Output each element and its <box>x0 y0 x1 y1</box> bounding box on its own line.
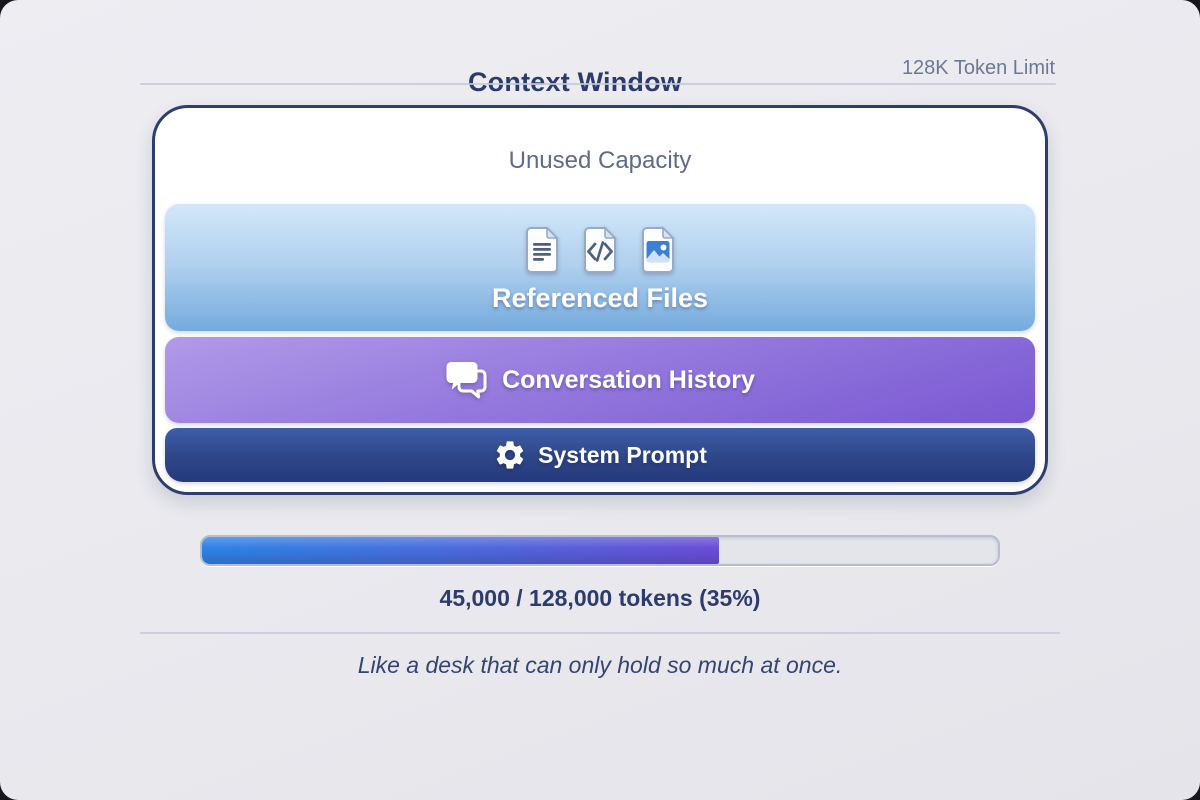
token-usage-progressbar <box>200 535 1000 566</box>
layer-conversation-history: Conversation History <box>165 337 1035 423</box>
layer-system-prompt: System Prompt <box>165 428 1035 482</box>
context-window-box: Unused Capacity <box>152 105 1048 495</box>
code-file-icon <box>579 226 621 274</box>
page-background: Context Window 128K Token Limit Unused C… <box>0 0 1200 800</box>
footer-divider <box>140 632 1060 634</box>
image-file-icon <box>637 226 679 274</box>
token-limit-label: 128K Token Limit <box>902 57 1055 80</box>
layer-label-system-prompt: System Prompt <box>538 442 707 469</box>
caption: Like a desk that can only hold so much a… <box>0 652 1200 679</box>
layer-label-referenced-files: Referenced Files <box>492 283 708 314</box>
layer-label-conversation-history: Conversation History <box>502 366 755 395</box>
unused-capacity-label: Unused Capacity <box>165 118 1035 204</box>
gear-icon <box>493 438 527 472</box>
header-divider <box>140 83 1056 85</box>
layer-referenced-files: Referenced Files <box>165 204 1035 331</box>
progress-fill <box>202 537 719 564</box>
file-icon-row <box>521 226 679 274</box>
token-usage-label: 45,000 / 128,000 tokens (35%) <box>0 585 1200 612</box>
document-icon <box>521 226 563 274</box>
chat-bubbles-icon <box>445 360 489 401</box>
